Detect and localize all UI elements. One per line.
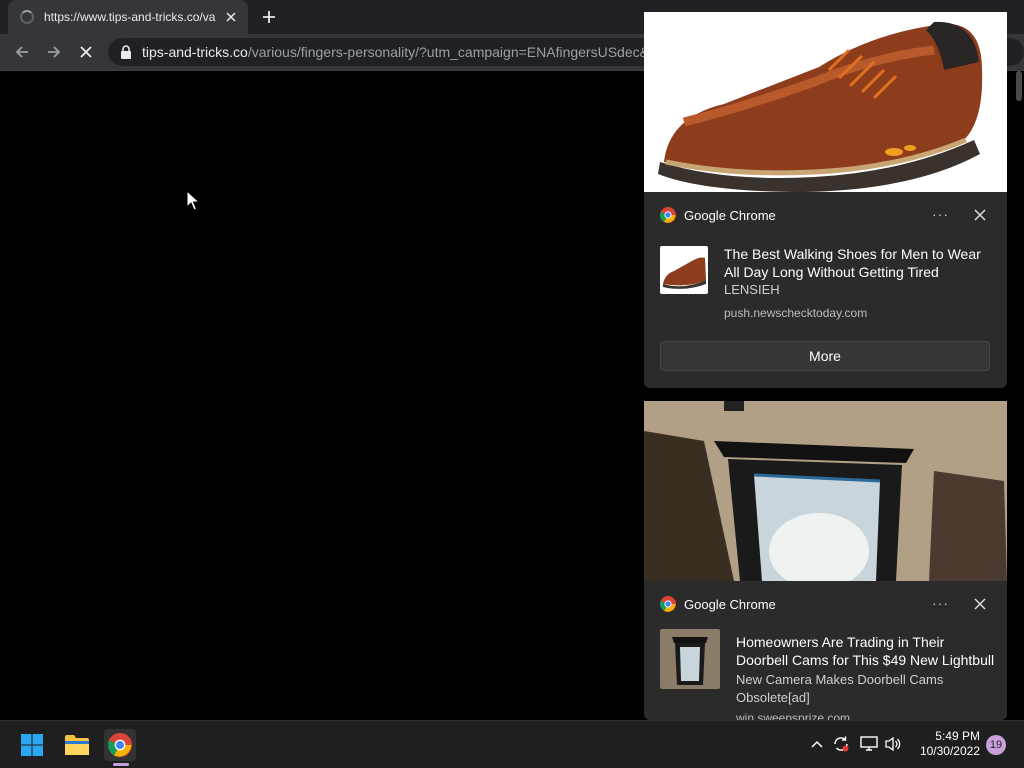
notification-close-icon[interactable] bbox=[973, 597, 987, 611]
notification-title: Homeowners Are Trading in Their Doorbell… bbox=[736, 634, 995, 668]
tab-title: https://www.tips-and-tricks.co/va bbox=[44, 10, 216, 24]
notification-source: win.sweepsprize.com bbox=[736, 711, 851, 720]
url-path: /various/fingers-personality/?utm_campai… bbox=[247, 44, 649, 60]
lantern-thumbnail bbox=[660, 629, 720, 689]
show-hidden-icons-chevron-icon[interactable] bbox=[808, 735, 826, 753]
chrome-logo-icon bbox=[108, 733, 132, 757]
new-tab-button[interactable] bbox=[258, 7, 280, 27]
notification-subtitle: LENSIEH bbox=[724, 282, 780, 297]
more-options-icon[interactable]: ··· bbox=[932, 595, 949, 611]
notification-subtitle: New Camera Makes Doorbell Cams Obsolete[… bbox=[736, 672, 944, 705]
file-explorer-button[interactable] bbox=[61, 729, 93, 761]
more-button[interactable]: More bbox=[660, 341, 990, 371]
windows-start-button[interactable] bbox=[16, 729, 48, 761]
notification-count-badge[interactable]: 19 bbox=[986, 735, 1006, 755]
notification-shoes[interactable]: Google Chrome ··· The Best Walking Shoes… bbox=[644, 12, 1007, 388]
mouse-cursor-icon bbox=[186, 190, 200, 211]
more-options-icon[interactable]: ··· bbox=[932, 206, 949, 222]
sync-icon[interactable] bbox=[832, 735, 850, 753]
taskbar-clock[interactable]: 5:49 PM 10/30/2022 bbox=[910, 729, 980, 759]
notification-source: push.newschecktoday.com bbox=[724, 306, 868, 320]
shoe-hero-image bbox=[644, 12, 1007, 192]
shoe-thumbnail bbox=[660, 246, 708, 294]
lock-icon[interactable] bbox=[120, 45, 132, 59]
notification-app-name: Google Chrome bbox=[684, 596, 776, 612]
notification-header: Google Chrome bbox=[660, 594, 776, 614]
back-button[interactable] bbox=[12, 42, 32, 62]
lantern-hero-image bbox=[644, 401, 1007, 581]
folder-icon bbox=[65, 735, 89, 755]
notification-title: The Best Walking Shoes for Men to Wear A… bbox=[724, 246, 981, 280]
notification-app-name: Google Chrome bbox=[684, 207, 776, 223]
chrome-logo-icon bbox=[660, 207, 676, 223]
windows-logo-icon bbox=[21, 734, 43, 756]
network-icon[interactable] bbox=[860, 735, 878, 753]
clock-time: 5:49 PM bbox=[935, 729, 980, 743]
volume-icon[interactable] bbox=[884, 735, 902, 753]
tab-close-icon[interactable] bbox=[224, 10, 238, 24]
windows-taskbar: 5:49 PM 10/30/2022 19 bbox=[0, 720, 1024, 768]
chrome-taskbar-button[interactable] bbox=[104, 729, 136, 761]
chrome-logo-icon bbox=[660, 596, 676, 612]
page-scrollbar[interactable] bbox=[1016, 71, 1022, 101]
url-text[interactable]: tips-and-tricks.co/various/fingers-perso… bbox=[142, 44, 649, 60]
notification-header: Google Chrome bbox=[660, 205, 776, 225]
url-host: tips-and-tricks.co bbox=[142, 44, 248, 60]
forward-button[interactable] bbox=[44, 42, 64, 62]
stop-loading-button[interactable] bbox=[76, 42, 96, 62]
notification-close-icon[interactable] bbox=[973, 208, 987, 222]
clock-date: 10/30/2022 bbox=[919, 744, 980, 758]
loading-spinner-icon bbox=[20, 10, 34, 24]
browser-tab[interactable]: https://www.tips-and-tricks.co/va bbox=[8, 0, 248, 34]
notification-doorbell[interactable]: Google Chrome ··· Homeowners Are Trading… bbox=[644, 401, 1007, 720]
active-app-indicator bbox=[113, 763, 129, 766]
